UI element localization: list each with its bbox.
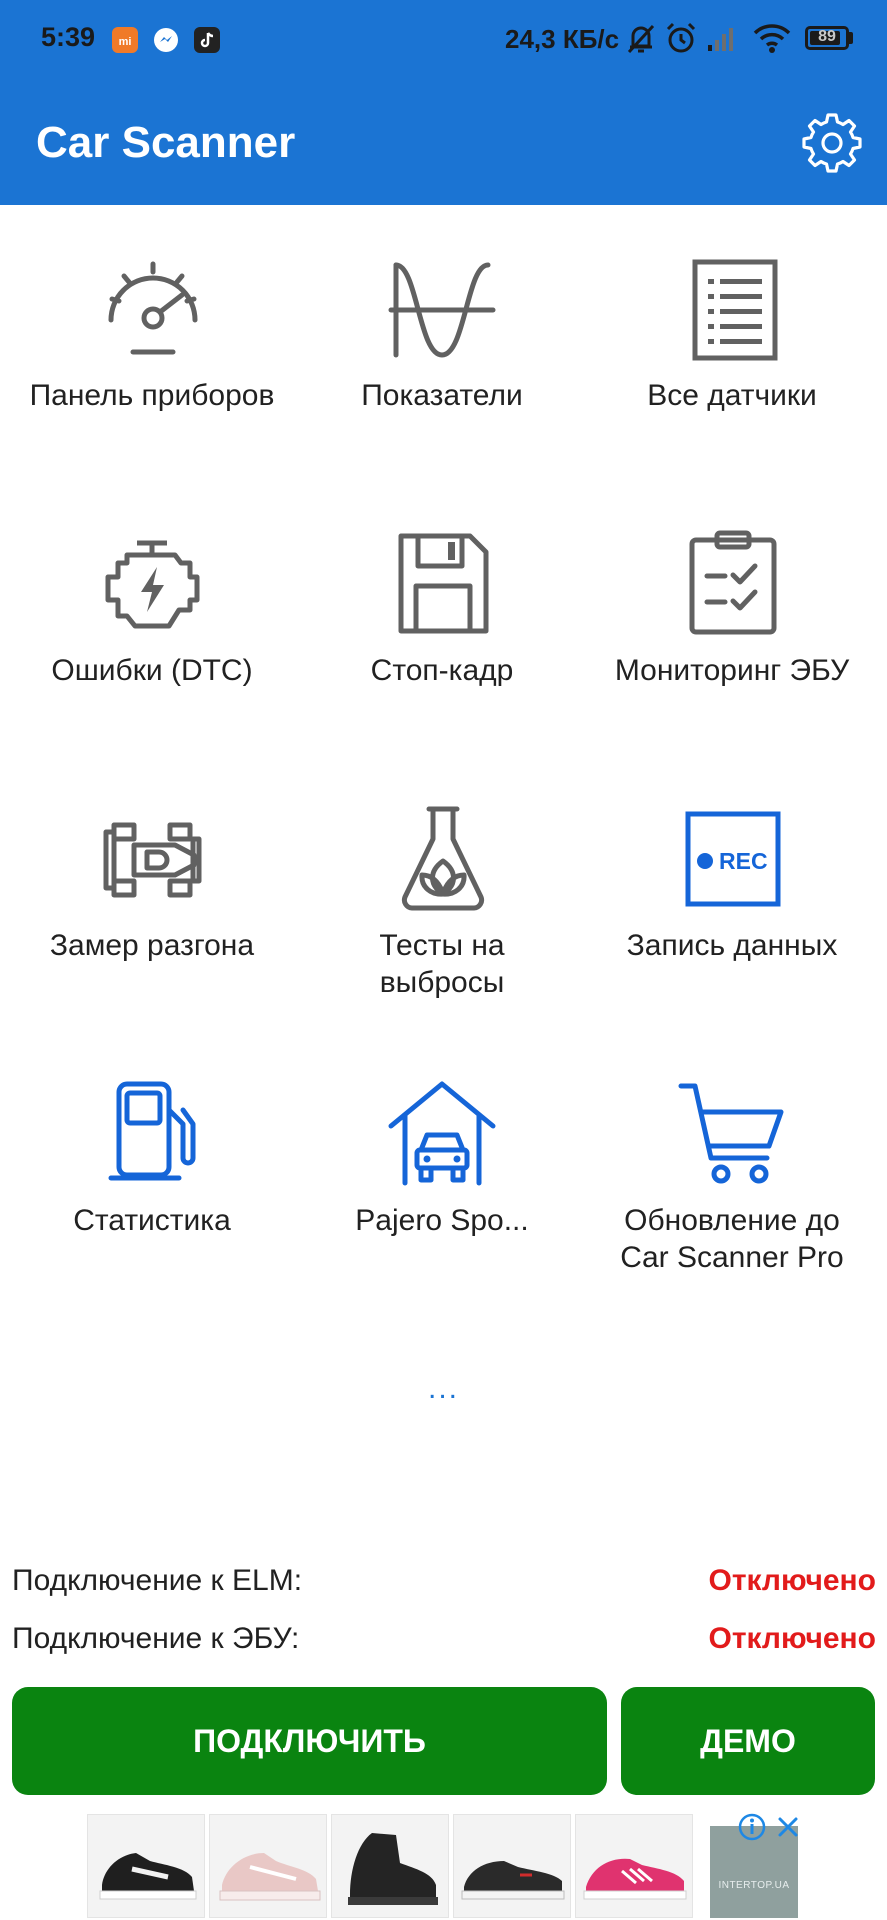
menu-item-upgrade-pro[interactable]: Обновление до Car Scanner Pro [587,1080,877,1340]
close-icon[interactable] [773,1812,803,1842]
battery-nub [849,32,853,44]
cart-icon [678,1083,784,1184]
menu-item-emission-tests[interactable]: Тесты на выбросы [297,805,587,1065]
speedometer-icon [108,261,198,355]
ad-product-image[interactable] [575,1814,693,1918]
ad-product-image[interactable] [331,1814,449,1918]
menu-item-label: Все датчики [647,379,817,412]
menu-item-label: Pajero Spo... [355,1204,529,1237]
menu-item-label: Мониторинг ЭБУ [614,654,850,687]
menu-item-statistics[interactable]: Статистика [7,1080,297,1340]
status-time: 5:39 [41,22,96,52]
list-icon [692,259,778,361]
ad-product-image[interactable] [209,1814,327,1918]
ecu-connection-row: Подключение к ЭБУ: Отключено [12,1622,876,1662]
info-icon[interactable] [737,1812,767,1842]
app-title: Car Scanner [36,118,296,167]
engine-icon [105,540,200,629]
ad-banner[interactable]: INTERTOP.UA [85,1812,805,1920]
garage-car-icon [388,1081,496,1186]
svg-text:mi: mi [119,36,132,48]
sneaker-image [219,1853,321,1901]
flask-leaf-icon [401,806,485,911]
more-button[interactable]: ... [0,1372,887,1406]
menu-item-all-sensors[interactable]: Все датчики [587,255,877,515]
menu-item-indicators[interactable]: Показатели [297,255,587,515]
demo-button[interactable]: ДЕМО [621,1687,875,1795]
menu-item-freeze-frame[interactable]: Стоп-кадр [297,530,587,790]
ecu-connection-status: Отключено [708,1622,877,1655]
menu-item-label: Запись данных [626,929,838,962]
wifi-icon [752,20,792,61]
boot-image [348,1833,438,1905]
ad-product-image[interactable] [87,1814,205,1918]
menu-item-label: Панель приборов [29,379,275,412]
signal-icon [706,20,740,61]
ad-product-image[interactable] [453,1814,571,1918]
elm-connection-status: Отключено [708,1564,877,1597]
menu-item-dashboard[interactable]: Панель приборов [7,255,297,515]
mute-bell-icon [625,20,657,61]
app-bar: Car Scanner [0,80,887,205]
network-speed: 24,3 КБ/с [505,24,620,54]
alarm-icon [664,20,698,61]
race-car-icon [103,822,202,898]
elm-connection-row: Подключение к ELM: Отключено [12,1564,876,1604]
elm-connection-label: Подключение к ELM: [12,1564,303,1597]
connect-button[interactable]: ПОДКЛЮЧИТЬ [12,1687,607,1795]
sneaker-image [99,1853,197,1900]
canvas-shoe-image [461,1861,565,1900]
ad-brand-name: INTERTOP.UA [718,1880,790,1891]
menu-item-dtc[interactable]: Ошибки (DTC) [7,530,297,790]
floppy-disk-icon [398,533,489,634]
menu-item-label: Стоп-кадр [370,654,514,687]
menu-item-vehicle-profile[interactable]: Pajero Spo... [297,1080,587,1340]
messenger-icon [153,27,179,53]
menu-item-acceleration[interactable]: Замер разгона [7,805,297,1065]
sine-wave-icon [388,262,496,358]
battery-level: 89 [818,28,836,45]
mi-app-icon: mi [112,27,138,53]
battery-icon: 89 [805,26,849,50]
settings-button[interactable] [800,109,864,173]
fuel-pump-icon [108,1081,196,1181]
menu-item-label: Статистика [73,1204,231,1237]
menu-item-ecu-monitoring[interactable]: Мониторинг ЭБУ [587,530,877,790]
gear-icon [802,113,862,173]
rec-icon: REC [685,811,781,907]
menu-item-label: Замер разгона [49,929,255,962]
running-shoe-image [583,1858,687,1900]
tiktok-icon [194,27,220,53]
clipboard-check-icon [689,530,777,635]
menu-item-data-recording[interactable]: REC Запись данных [587,805,877,1065]
status-bar: 5:39 mi 24,3 КБ/с 89 [0,0,887,80]
menu-item-label: Показатели [361,379,523,412]
menu-item-label: Ошибки (DTC) [51,654,253,687]
ecu-connection-label: Подключение к ЭБУ: [12,1622,300,1655]
menu-item-label: Тесты на выбросы [379,929,505,999]
svg-text:REC: REC [719,848,768,874]
menu-item-label: Обновление до Car Scanner Pro [620,1204,844,1274]
